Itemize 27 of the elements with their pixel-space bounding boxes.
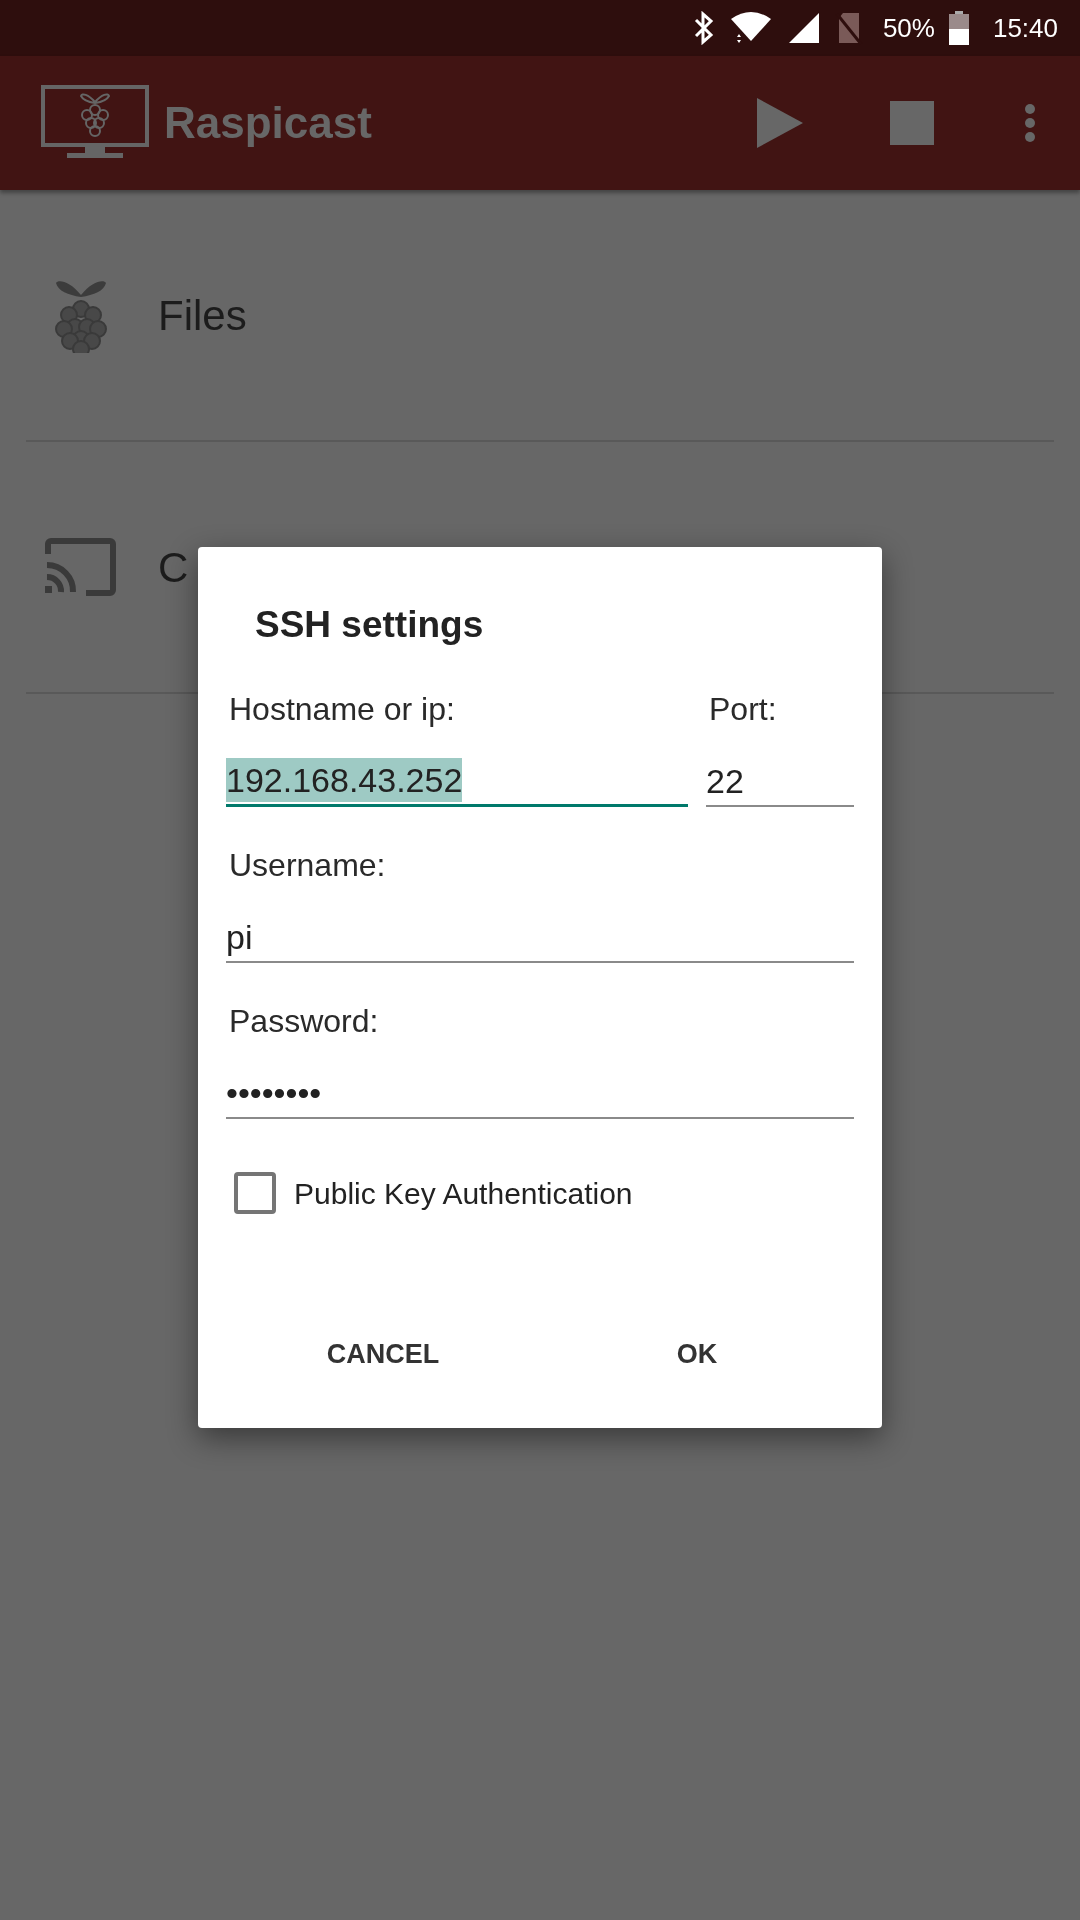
clock: 15:40 [992, 11, 1058, 45]
dialog-title: SSH settings [255, 603, 485, 647]
field-value: pi [226, 916, 253, 958]
cast-icon [44, 538, 116, 596]
field-value: 192.168.43.252 [226, 757, 463, 802]
play-icon [757, 98, 803, 148]
app-title: Raspicast [164, 97, 372, 149]
more-icon [1024, 103, 1036, 143]
ok-button[interactable]: OK [540, 1318, 854, 1390]
wifi-icon [728, 11, 773, 45]
checkbox-label: Public Key Authentication [294, 1175, 633, 1212]
checkbox[interactable] [234, 1172, 276, 1214]
field-value: 22 [706, 760, 744, 802]
port-field[interactable]: 22 [706, 754, 854, 807]
field-value: •••••••• [226, 1072, 322, 1114]
password-label: Password: [229, 1001, 380, 1041]
stop-icon [890, 101, 934, 145]
battery-icon [948, 11, 969, 45]
hostname-field[interactable]: 192.168.43.252 [226, 754, 688, 807]
username-label: Username: [229, 845, 387, 885]
cancel-button[interactable]: CANCEL [226, 1318, 540, 1390]
bluetooth-icon [692, 11, 715, 45]
battery-percent: 50% [882, 11, 935, 45]
username-field[interactable]: pi [226, 910, 854, 963]
hostname-label: Hostname or ip: [229, 689, 456, 729]
port-label: Port: [709, 689, 778, 729]
password-field[interactable]: •••••••• [226, 1066, 854, 1119]
